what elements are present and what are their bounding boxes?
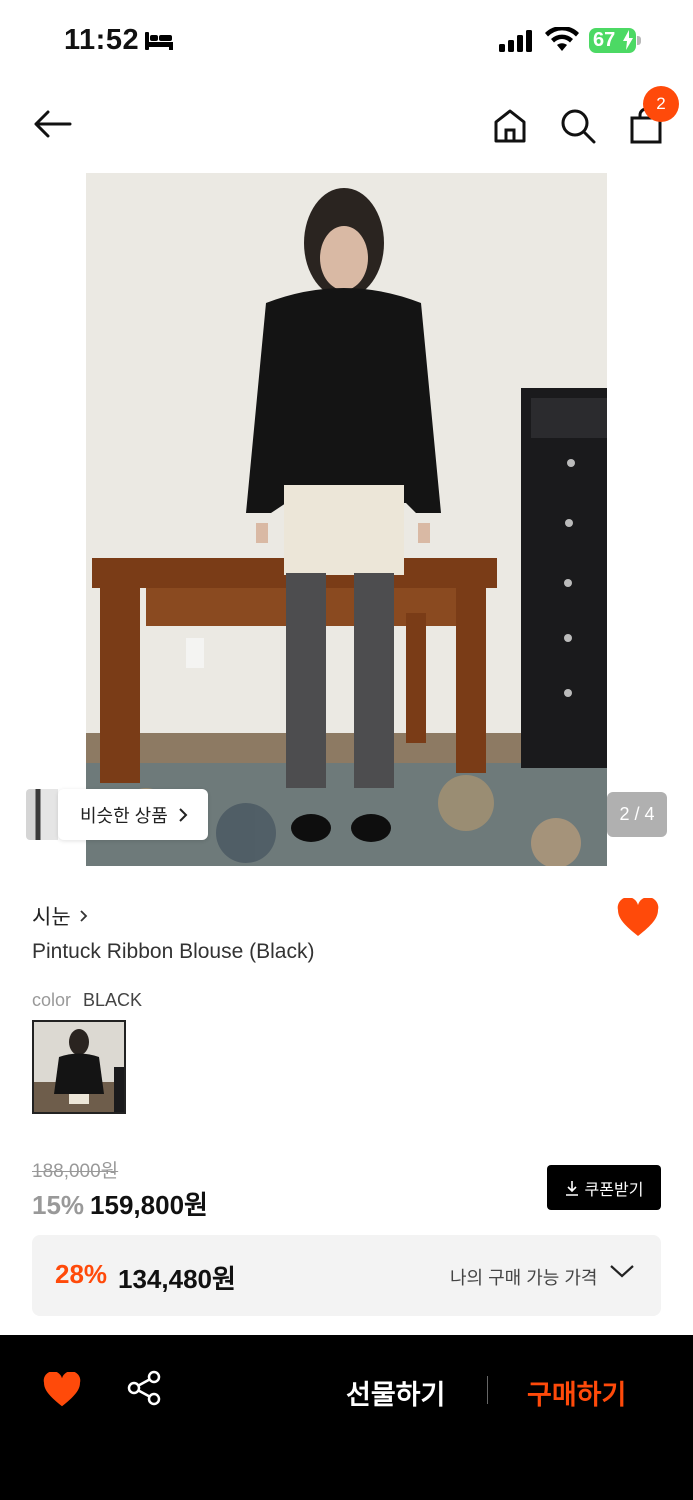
my-price-box[interactable]: 28% 134,480원 나의 구매 가능 가격: [32, 1235, 661, 1316]
share-icon: [127, 1370, 161, 1406]
image-pager: 2 / 4: [607, 792, 667, 837]
bottom-like-button[interactable]: [42, 1371, 82, 1408]
product-title: Pintuck Ribbon Blouse (Black): [32, 940, 315, 963]
battery-percent: 67: [593, 29, 616, 51]
battery-icon: 67: [589, 28, 641, 53]
wifi-icon: [545, 25, 579, 58]
color-swatch-black[interactable]: [32, 1020, 126, 1114]
heart-icon: [43, 1371, 81, 1407]
search-button[interactable]: [558, 104, 598, 148]
similar-products-button[interactable]: 비슷한 상품: [26, 789, 208, 840]
download-icon: [565, 1180, 578, 1196]
chevron-down-icon: [610, 1265, 634, 1278]
sale-price-row: 15% 159,800원: [32, 1185, 208, 1222]
back-arrow-icon: [34, 110, 72, 138]
product-image[interactable]: [86, 173, 607, 866]
color-value: BLACK: [83, 990, 143, 1010]
heart-icon: [617, 897, 659, 936]
my-price: 134,480원: [118, 1264, 236, 1294]
similar-product-thumbnail: [26, 789, 58, 840]
color-label: color: [32, 990, 72, 1010]
cellular-signal-icon: [499, 30, 535, 57]
my-price-label: 나의 구매 가능 가격: [450, 1268, 598, 1288]
original-price: 188,000원: [32, 1161, 119, 1182]
like-button[interactable]: [616, 897, 660, 938]
chevron-right-icon: [80, 910, 87, 922]
discount-rate: 15%: [32, 1190, 85, 1220]
bottom-action-bar: 선물하기 구매하기: [0, 1335, 693, 1500]
gift-button[interactable]: 선물하기: [346, 1373, 445, 1412]
status-time: 11:52: [64, 24, 140, 56]
back-button[interactable]: [28, 104, 76, 144]
brand-name: 시눈: [32, 906, 71, 929]
sleep-focus-icon: [144, 30, 174, 57]
similar-products-text: 비슷한 상품: [80, 805, 168, 826]
color-option-row: color BLACK: [32, 990, 142, 1011]
search-icon: [561, 109, 596, 144]
brand-link[interactable]: 시눈: [32, 901, 88, 931]
bottom-divider: [487, 1376, 488, 1404]
chevron-right-icon: [179, 807, 188, 822]
coupon-label: 쿠폰받기: [584, 1181, 644, 1199]
cart-count-badge: 2: [643, 86, 679, 122]
status-bar: 11:52 67: [0, 0, 693, 80]
share-button[interactable]: [126, 1370, 166, 1410]
home-button[interactable]: [490, 104, 530, 148]
sale-price: 159,800원: [90, 1190, 208, 1220]
my-discount-rate: 28%: [55, 1259, 108, 1289]
buy-button[interactable]: 구매하기: [527, 1373, 626, 1412]
home-icon: [494, 109, 526, 143]
coupon-download-button[interactable]: 쿠폰받기: [547, 1165, 661, 1210]
similar-products-label: 비슷한 상품: [58, 789, 208, 840]
